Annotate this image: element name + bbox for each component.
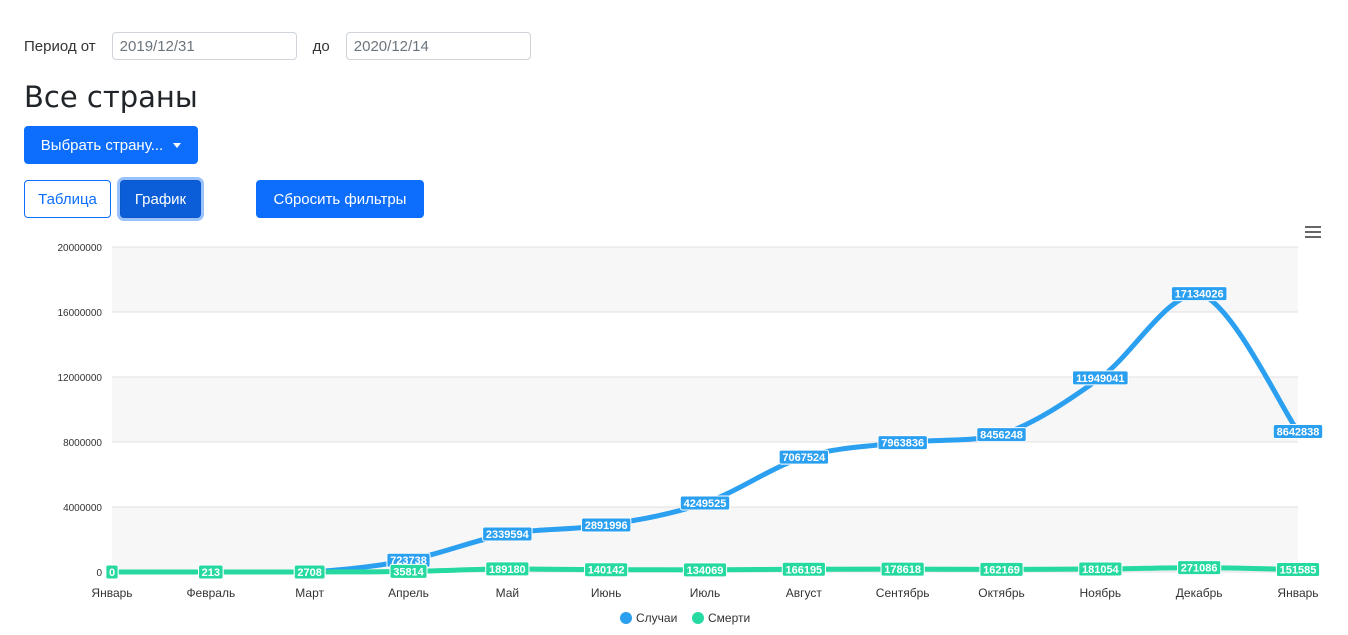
data-label-cases: 4249525 [679,495,731,511]
data-label-text: 166195 [785,564,822,576]
select-country-label: Выбрать страну... [40,136,164,154]
x-tick-label: Ноябрь [1080,586,1122,600]
y-tick-label: 4000000 [63,503,102,514]
x-tick-label: Октябрь [978,586,1025,600]
data-label-cases: 7067524 [778,449,830,465]
grid-band [112,247,1298,312]
data-label-text: 7963836 [881,438,924,450]
data-label-deaths: 2708 [293,564,326,580]
x-tick-label: Июль [690,586,721,600]
x-tick-label: Январь [1277,586,1318,600]
data-label-text: 162169 [983,564,1020,576]
x-tick-label: Февраль [186,586,235,600]
data-label-text: 189180 [489,564,526,576]
data-label-deaths: 178618 [880,561,925,577]
period-to-label: до [312,37,330,55]
reset-filters-button[interactable]: Сбросить фильтры [256,180,424,218]
data-label-cases: 2891996 [580,517,632,533]
data-label-text: 2708 [297,567,321,579]
data-label-deaths: 140142 [584,562,629,578]
legend-marker [692,612,704,624]
x-tick-label: Март [295,586,324,600]
data-label-deaths: 271086 [1177,560,1222,576]
legend-item-cases[interactable]: Случаи [620,611,677,625]
data-label-text: 17134026 [1175,289,1224,301]
data-label-text: 181054 [1082,564,1120,576]
line-chart: 0 4000000 8000000 12000000 16000000 20000000 Я… [58,243,1324,625]
data-label-cases: 7963836 [877,435,928,451]
data-label-text: 4249525 [684,498,727,510]
y-tick-label: 0 [96,568,102,579]
data-label-deaths: 0 [105,564,119,580]
period-filter: Период от до [24,32,531,60]
data-label-text: 140142 [588,565,625,577]
y-tick-label: 16000000 [58,308,103,319]
data-label-deaths: 189180 [485,561,530,577]
data-label-text: 8456248 [980,430,1023,442]
grid-band [112,377,1298,442]
caret-down-icon [173,142,182,148]
data-label-cases: 17134026 [1170,286,1228,302]
data-label-cases: 2339594 [482,526,533,542]
legend-label: Случаи [636,611,677,625]
data-label-text: 11949041 [1076,373,1124,385]
legend-label: Смерти [708,611,750,625]
data-label-text: 0 [109,567,115,579]
data-label-text: 8642838 [1277,427,1320,439]
data-label-text: 151585 [1280,565,1317,577]
x-tick-label: Январь [91,586,132,600]
y-tick-label: 20000000 [58,243,103,254]
data-label-text: 213 [202,567,220,579]
data-label-text: 35814 [393,566,424,578]
x-tick-label: Август [786,586,823,600]
data-label-text: 2891996 [585,520,628,532]
data-label-text: 134069 [687,565,724,577]
select-country-dropdown[interactable]: Выбрать страну... [24,126,198,164]
data-label-text: 2339594 [486,529,530,541]
data-label-text: 7067524 [782,452,826,464]
x-tick-label: Сентябрь [876,586,930,600]
data-label-cases: 8642838 [1272,424,1324,440]
data-label-cases: 11949041 [1072,370,1129,386]
x-tick-label: Декабрь [1176,586,1223,600]
period-from-label: Период от [24,37,96,55]
x-tick-label: Май [496,586,520,600]
data-label-deaths: 166195 [781,561,826,577]
date-from-input[interactable] [111,32,297,60]
chart-view-button[interactable]: График [120,180,201,218]
legend-item-deaths[interactable]: Смерти [692,611,750,625]
x-tick-label: Апрель [388,586,429,600]
data-label-text: 178618 [884,564,921,576]
table-view-button[interactable]: Таблица [24,180,111,218]
data-label-deaths: 213 [198,564,224,580]
data-label-deaths: 162169 [979,561,1024,577]
legend-marker [620,612,632,624]
date-to-input[interactable] [345,32,531,60]
data-label-cases: 8456248 [976,427,1027,443]
y-tick-label: 12000000 [58,373,103,384]
data-label-deaths: 35814 [389,563,428,579]
y-tick-label: 8000000 [63,438,102,449]
page-title: Все страны [24,80,198,114]
data-label-deaths: 151585 [1275,562,1321,578]
x-tick-label: Июнь [591,586,622,600]
data-label-deaths: 134069 [682,562,728,578]
data-label-deaths: 181054 [1078,561,1123,577]
data-label-text: 271086 [1181,563,1218,575]
